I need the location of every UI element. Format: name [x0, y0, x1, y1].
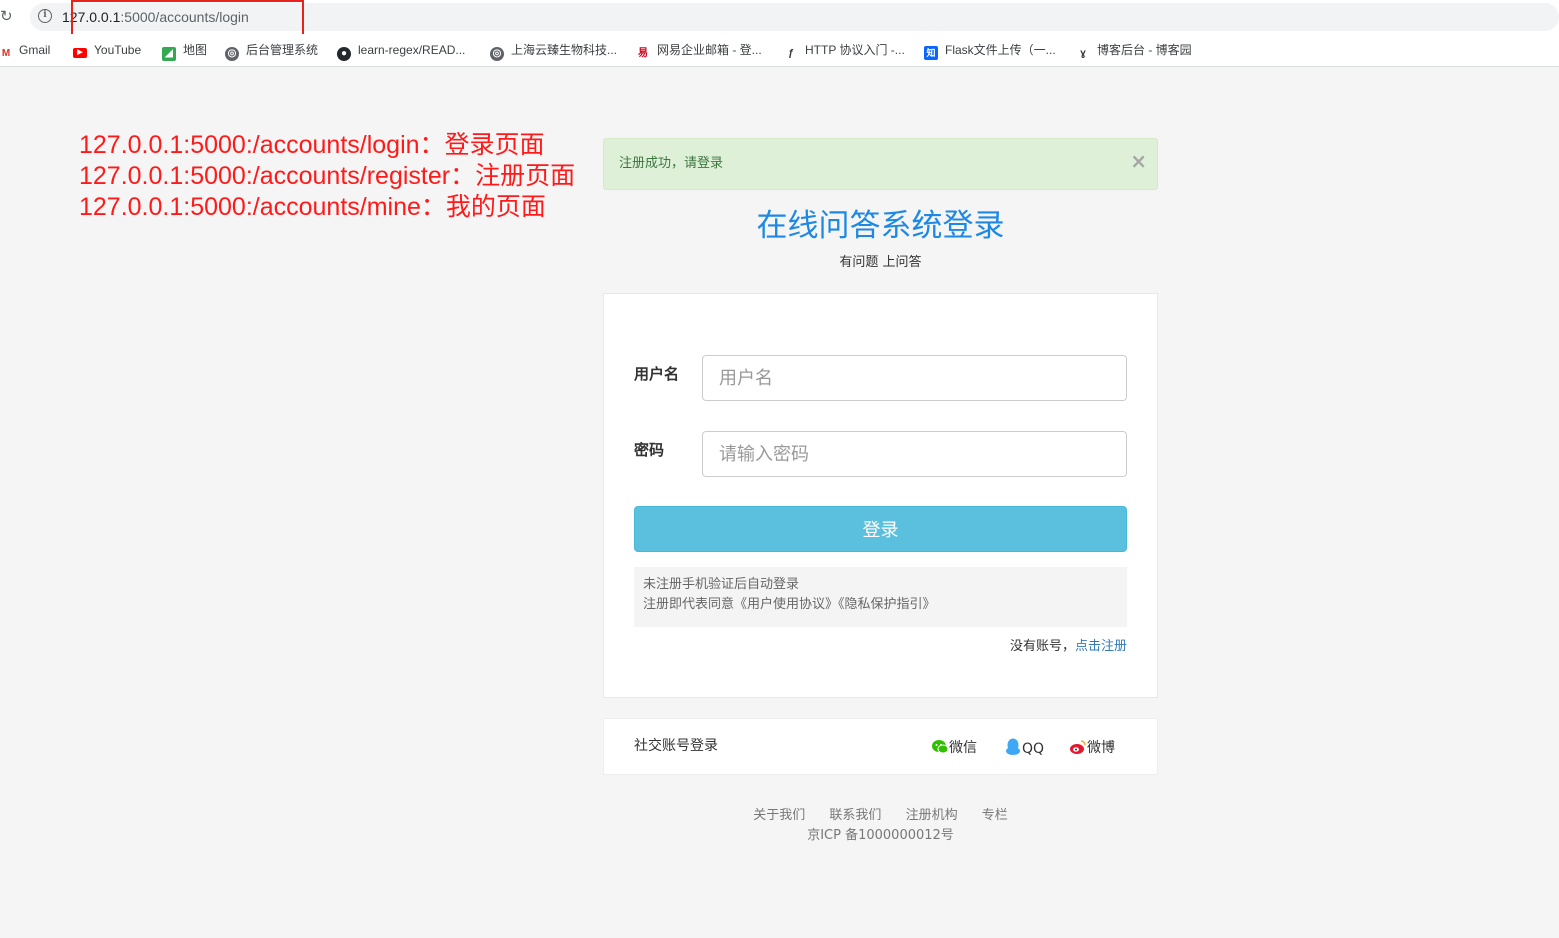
footer-link-about[interactable]: 关于我们	[753, 808, 805, 823]
bookmark-cnblogs[interactable]: ɣ 博客后台 - 博客园	[1076, 42, 1191, 59]
username-input[interactable]	[702, 355, 1127, 401]
success-alert: 注册成功，请登录 ×	[603, 138, 1158, 190]
site-info-icon[interactable]: i	[38, 9, 52, 23]
github-icon: ●	[337, 47, 351, 61]
qq-icon	[1006, 738, 1020, 755]
bookmarks-bar: M Gmail ▶ YouTube ◢ 地图 ◎ 后台管理系统 ● learn-regex…	[0, 34, 1559, 67]
alert-message: 注册成功，请登录	[619, 156, 724, 171]
login-button[interactable]: 登录	[634, 506, 1127, 552]
bookmark-company[interactable]: ◎ 上海云臻生物科技...	[490, 42, 617, 61]
footer-link-column[interactable]: 专栏	[982, 808, 1008, 823]
registration-notice: 未注册手机验证后自动登录 注册即代表同意《用户使用协议》《隐私保护指引》	[634, 567, 1127, 627]
password-input[interactable]	[702, 431, 1127, 477]
qq-login-link[interactable]: QQ	[1004, 738, 1044, 759]
bookmark-flask[interactable]: 知 Flask文件上传（一...	[924, 42, 1056, 60]
globe-icon: ◎	[490, 47, 504, 61]
weibo-icon	[1070, 740, 1086, 754]
register-prompt: 没有账号，点击注册	[1010, 638, 1127, 656]
reload-icon[interactable]: ↻	[0, 8, 16, 24]
weibo-login-link[interactable]: 微博	[1069, 738, 1115, 758]
annotation-login-route: 127.0.0.1:5000:/accounts/login：登录页面	[79, 131, 545, 159]
footer-link-registry[interactable]: 注册机构	[906, 808, 958, 823]
wechat-login-link[interactable]: 微信	[931, 738, 977, 758]
footer-link-contact[interactable]: 联系我们	[829, 808, 881, 823]
zhihu-icon: 知	[924, 46, 938, 60]
bookmark-http[interactable]: ƒ HTTP 协议入门 -...	[784, 42, 905, 59]
username-label: 用户名	[634, 365, 680, 383]
bookmark-youtube[interactable]: ▶ YouTube	[73, 42, 141, 58]
annotation-mine-route: 127.0.0.1:5000:/accounts/mine：我的页面	[79, 193, 546, 221]
bookmark-admin[interactable]: ◎ 后台管理系统	[225, 42, 318, 61]
wechat-icon	[932, 740, 949, 754]
page-title: 在线问答系统登录	[756, 208, 1005, 244]
address-bar: ↻ i 127.0.0.1:5000/accounts/login	[0, 0, 1559, 42]
bookmark-maps[interactable]: ◢ 地图	[162, 42, 207, 61]
page-subtitle: 有问题 上问答	[839, 255, 922, 270]
globe-icon: ◎	[225, 47, 239, 61]
maps-icon: ◢	[162, 47, 176, 61]
qq-label: QQ	[1022, 741, 1045, 757]
ruanyifeng-icon: ƒ	[788, 48, 794, 59]
password-label: 密码	[634, 441, 665, 459]
login-card: 用户名 密码 登录 未注册手机验证后自动登录 注册即代表同意《用户使用协议》《隐…	[603, 293, 1158, 698]
netease-icon: 易	[638, 48, 648, 59]
notice-line-auto-login: 未注册手机验证后自动登录	[643, 577, 800, 592]
annotation-register-route: 127.0.0.1:5000:/accounts/register：注册页面	[79, 162, 576, 190]
weibo-label: 微博	[1087, 740, 1115, 756]
cnblogs-icon: ɣ	[1080, 48, 1086, 59]
register-prompt-text: 没有账号，	[1009, 639, 1075, 654]
notice-line-agreement: 注册即代表同意《用户使用协议》《隐私保护指引》	[643, 597, 936, 612]
youtube-icon: ▶	[73, 48, 87, 58]
icp-record: 京ICP 备1000000012号	[807, 828, 954, 843]
bookmark-github[interactable]: ● learn-regex/READ...	[337, 42, 465, 61]
gmail-icon: M	[1, 48, 11, 59]
social-login-card: 社交账号登录 微信 QQ 微博	[603, 718, 1158, 775]
close-icon[interactable]: ×	[1130, 151, 1147, 171]
bookmark-gmail[interactable]: M Gmail	[0, 42, 51, 59]
register-link[interactable]: 点击注册	[1075, 639, 1127, 654]
bookmark-netease[interactable]: 易网易企业邮箱 - 登...	[636, 42, 762, 59]
wechat-label: 微信	[949, 740, 977, 756]
footer-links: 关于我们 联系我们 注册机构 专栏	[603, 806, 1158, 826]
social-login-title: 社交账号登录	[634, 738, 718, 754]
